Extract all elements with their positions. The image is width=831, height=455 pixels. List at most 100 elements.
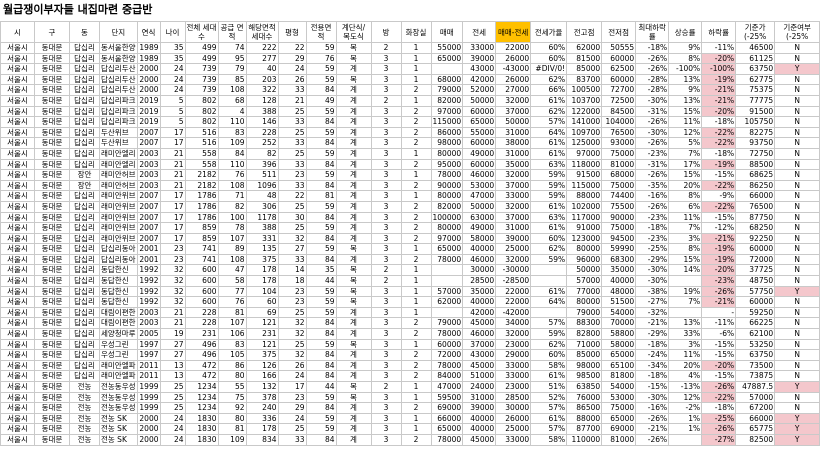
table-cell[interactable]: 32 [277,232,307,245]
table-cell[interactable]: 33000 [495,190,532,202]
table-cell[interactable]: 계 [335,200,372,213]
table-cell[interactable]: 472 [184,370,219,382]
table-cell[interactable]: 84 [305,349,337,361]
table-cell[interactable]: 2 [370,381,402,393]
table-cell[interactable]: 3 [370,116,402,128]
table-cell[interactable]: 59 [305,42,337,54]
table-cell[interactable]: 110 [217,116,247,128]
table-cell[interactable]: 전농 [69,381,100,393]
table-cell[interactable]: 79 [217,63,247,75]
table-cell[interactable]: 82000 [430,200,464,213]
table-cell[interactable]: 2011 [136,370,161,382]
table-cell[interactable]: -15% [701,370,737,382]
table-cell[interactable]: 1999 [136,381,161,393]
table-cell[interactable]: 1234 [184,402,219,414]
table-cell[interactable]: 2 [400,179,432,192]
table-cell[interactable]: 60% [530,349,568,361]
table-cell[interactable]: 37000 [495,211,532,224]
table-cell[interactable]: 17% [668,158,703,171]
table-cell[interactable]: 27 [277,243,307,255]
table-cell[interactable]: 64% [530,296,568,308]
table-cell[interactable]: -15% [701,211,737,224]
table-cell[interactable]: 동대문 [34,84,70,96]
table-cell[interactable]: 57750 [735,285,776,298]
table-cell[interactable]: 답십리 [69,158,100,171]
table-cell[interactable]: -18% [635,222,670,234]
table-cell[interactable]: 서울시 [0,137,35,149]
table-cell[interactable]: 21 [159,158,186,171]
table-cell[interactable]: 499 [184,42,219,54]
table-cell[interactable]: 84 [305,370,337,382]
table-cell[interactable]: 38000 [495,137,532,149]
table-cell[interactable]: 1989 [136,42,161,54]
table-cell[interactable]: 55000 [430,42,464,54]
table-cell[interactable]: 3 [370,391,402,404]
table-cell[interactable]: 2182 [184,179,219,192]
table-cell[interactable]: 59 [305,63,337,75]
table-cell[interactable]: 동대문 [34,190,70,202]
table-cell[interactable]: 동대문 [34,402,70,414]
table-cell[interactable]: 24 [159,84,186,96]
table-cell[interactable]: 복 [335,338,372,351]
table-cell[interactable]: 1096 [245,179,279,192]
table-cell[interactable]: 2 [400,137,432,149]
table-cell[interactable]: N [774,126,821,139]
table-cell[interactable]: 서울시 [0,94,35,107]
column-header[interactable]: 상승률 [668,21,703,43]
table-cell[interactable]: 95000 [430,158,464,171]
table-cell[interactable]: 85000 [566,349,603,361]
table-cell[interactable]: 계 [335,328,372,340]
table-cell[interactable]: 17 [159,232,186,245]
table-cell[interactable]: 복 [335,52,372,65]
column-header[interactable]: 단지 [99,21,138,43]
table-cell[interactable]: 88000 [566,412,603,425]
table-cell[interactable]: -29% [635,253,670,266]
table-cell[interactable]: 74 [217,42,247,54]
table-cell[interactable]: N [774,402,821,414]
table-cell[interactable]: 서울시 [0,285,35,298]
table-cell[interactable]: -26% [701,423,737,435]
table-cell[interactable]: 25 [159,381,186,393]
table-cell[interactable]: 91500 [735,105,776,118]
table-cell[interactable]: 84 [305,179,337,192]
table-cell[interactable]: 1 [400,275,432,287]
table-cell[interactable]: 1992 [136,296,161,308]
table-cell[interactable]: 전농 [69,423,100,435]
table-cell[interactable]: 2003 [136,179,161,192]
column-header[interactable]: 해당면적 세대수 [245,21,279,43]
table-cell[interactable]: 84 [305,84,337,96]
table-cell[interactable]: 동대문 [34,349,70,361]
table-cell[interactable]: 답십리 [69,63,100,75]
table-cell[interactable]: -20% [701,264,737,277]
table-cell[interactable]: 82800 [566,328,603,340]
table-cell[interactable]: 61% [530,412,568,425]
table-cell[interactable]: 47000 [430,381,464,393]
table-cell[interactable]: 61% [530,222,568,234]
table-cell[interactable]: -26% [701,381,737,393]
column-header[interactable]: 매매-전세 [495,21,532,43]
table-cell[interactable]: 80000 [566,296,603,308]
table-cell[interactable]: 59 [305,391,337,404]
table-cell[interactable]: 동대문 [34,285,70,298]
table-cell[interactable]: 서울시 [0,349,35,361]
table-cell[interactable]: 복 [335,296,372,308]
table-cell[interactable]: 래미안엘리 [99,147,138,160]
table-cell[interactable]: 동답한신 [99,296,138,308]
table-cell[interactable]: 109 [217,433,247,446]
table-cell[interactable]: 장안 [69,179,100,192]
table-cell[interactable]: 1786 [184,190,219,202]
table-cell[interactable]: 388 [245,222,279,234]
table-cell[interactable]: 서울시 [0,52,35,65]
table-cell[interactable]: 두산위브 [99,126,138,139]
table-cell[interactable]: 76500 [735,200,776,213]
table-cell[interactable]: 32 [277,317,307,330]
table-cell[interactable]: 동대문 [34,52,70,65]
table-cell[interactable]: 계 [335,253,372,266]
table-cell[interactable]: 3 [370,328,402,340]
table-cell[interactable]: 7% [668,147,703,160]
table-cell[interactable]: 3 [370,402,402,414]
table-cell[interactable]: 125000 [566,137,603,149]
table-cell[interactable]: N [774,73,821,86]
table-cell[interactable]: 복 [335,285,372,298]
table-cell[interactable]: N [774,105,821,118]
